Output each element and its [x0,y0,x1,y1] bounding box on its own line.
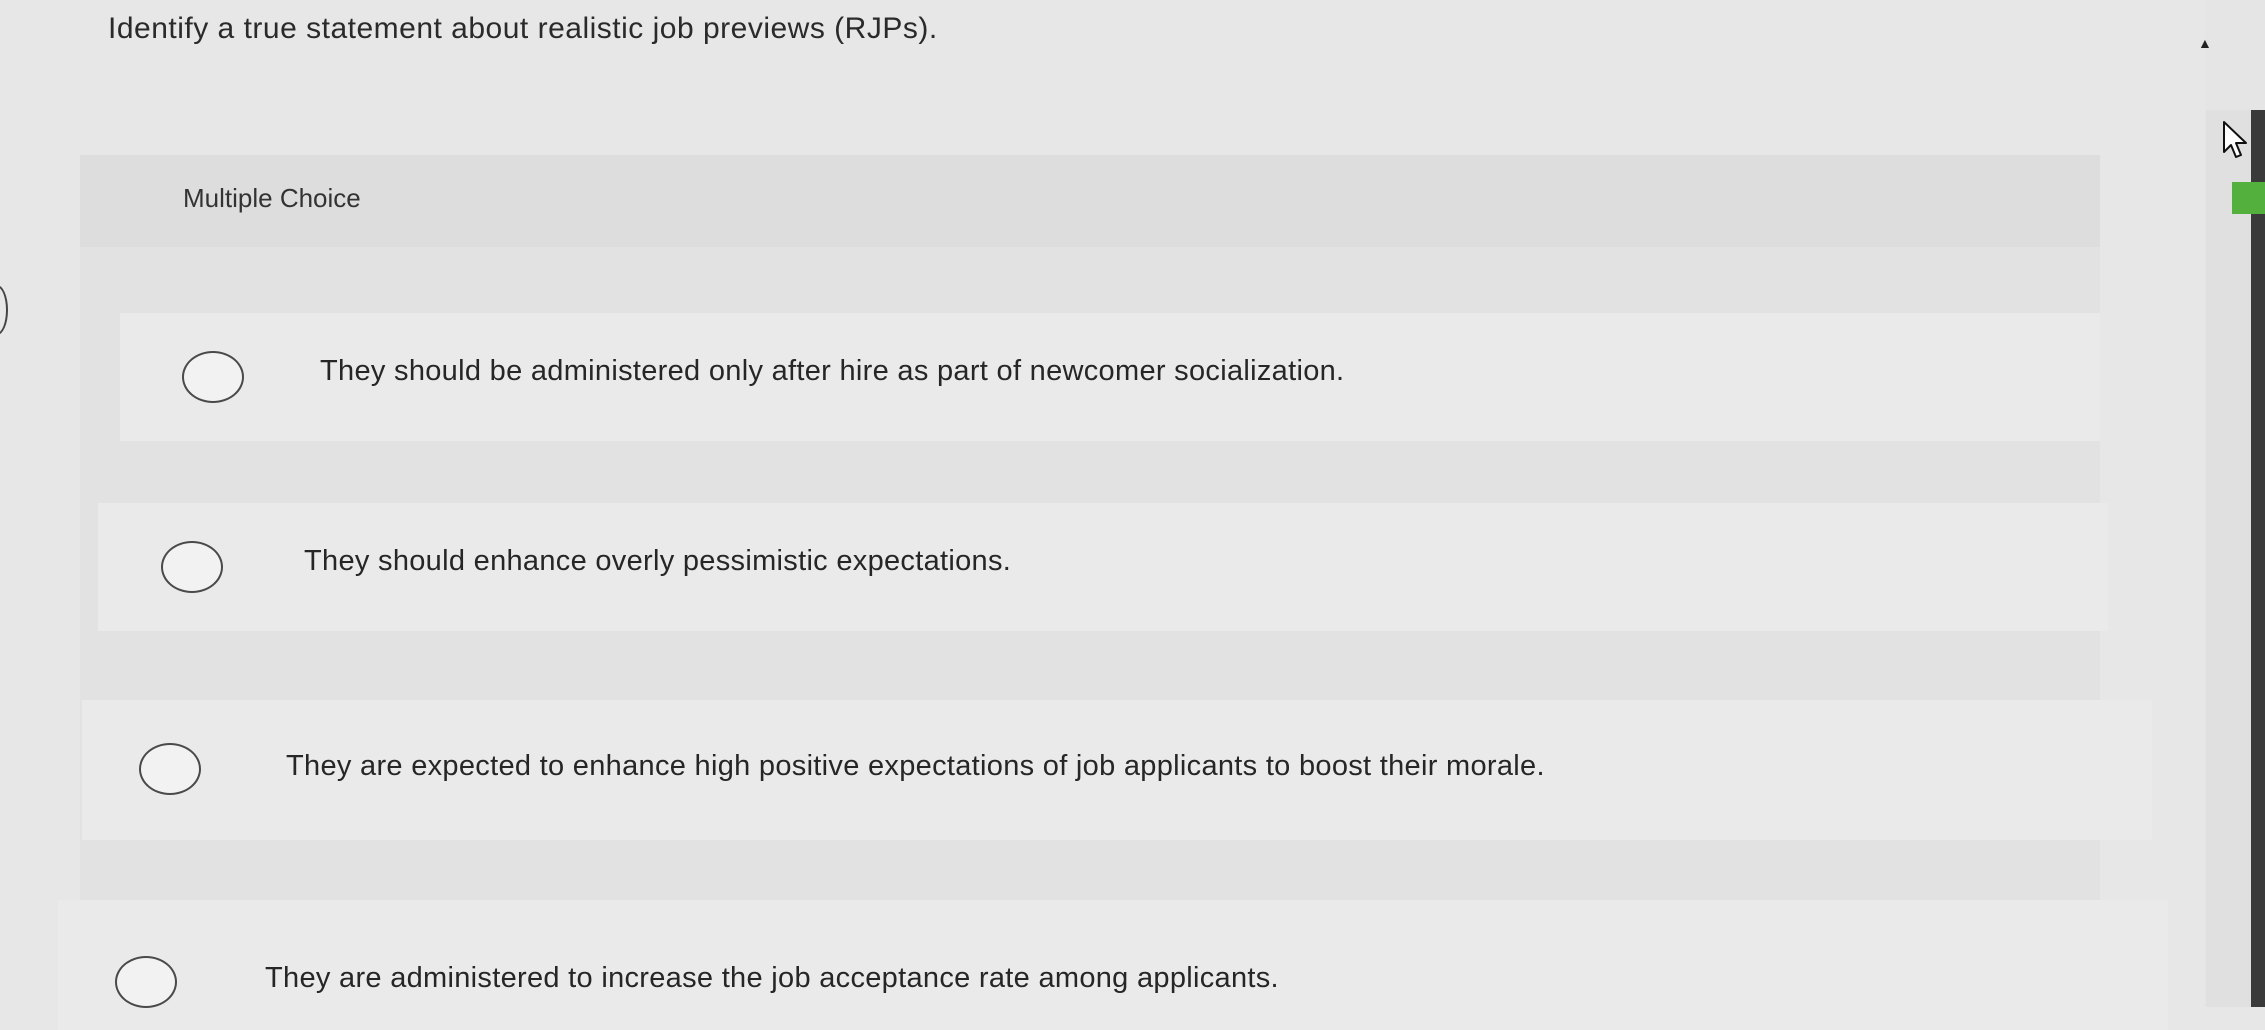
cursor-arrow-icon [2223,121,2247,158]
answer-choice-text[interactable]: They should be administered only after h… [320,355,1344,388]
status-marker [2232,182,2265,214]
multiple-choice-label: Multiple Choice [183,183,361,213]
question-text: Identify a true statement about realisti… [108,12,938,45]
answer-choice-1[interactable]: They should be administered only after h… [120,313,2100,441]
radio-button-icon[interactable] [182,351,244,403]
answer-choice-4[interactable]: They are administered to increase the jo… [58,900,2168,1030]
partial-circle-edge [0,285,8,335]
answer-choice-3[interactable]: They are expected to enhance high positi… [82,700,2152,840]
answer-choice-2[interactable]: They should enhance overly pessimistic e… [98,503,2108,631]
panel-header: Multiple Choice [80,155,2100,247]
scroll-up-icon[interactable]: ▲ [2198,36,2212,50]
radio-button-icon[interactable] [161,541,223,593]
answer-choice-text[interactable]: They are administered to increase the jo… [265,962,1279,995]
scrollbar-thumb-face [2206,110,2251,1007]
answer-choice-text[interactable]: They are expected to enhance high positi… [286,750,1545,783]
answer-choice-text[interactable]: They should enhance overly pessimistic e… [304,545,1011,578]
radio-button-icon[interactable] [139,743,201,795]
radio-button-icon[interactable] [115,956,177,1008]
